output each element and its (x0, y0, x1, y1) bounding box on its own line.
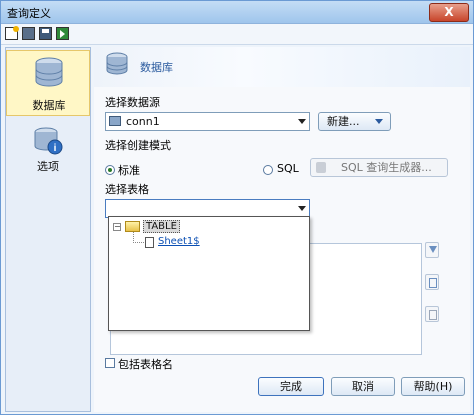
title-bar[interactable]: 查询定义 X (1, 1, 473, 24)
new-button-label: 新建... (327, 115, 360, 128)
sql-builder-icon (316, 162, 326, 173)
datasource-value: conn1 (126, 115, 160, 128)
table-dropdown-tree[interactable]: − TABLE Sheet1$ (108, 216, 310, 331)
tree-node-table[interactable]: TABLE (143, 220, 180, 233)
save-icon[interactable] (39, 27, 52, 40)
dropdown-arrow-icon (375, 119, 383, 124)
include-table-name-label: 包括表格名 (118, 358, 173, 371)
sheet-icon (145, 237, 154, 248)
tree-connector (133, 232, 144, 243)
nav-label-database: 数据库 (32, 99, 66, 112)
remove-icon (429, 310, 437, 320)
mode-label: 选择创建模式 (105, 139, 171, 152)
connection-icon (109, 116, 121, 126)
left-navigation: 数据库 i 选项 (5, 47, 91, 412)
chevron-down-icon (298, 206, 306, 211)
sql-builder-label: SQL 查询生成器... (341, 161, 432, 174)
edit-icon (429, 278, 437, 288)
tree-node-sheet[interactable]: Sheet1$ (158, 236, 200, 247)
section-title: 数据库 (140, 61, 173, 74)
datasource-select[interactable]: conn1 (105, 112, 310, 131)
remove-field-button[interactable] (425, 306, 439, 322)
nav-item-options[interactable]: i 选项 (6, 120, 90, 186)
edit-field-button[interactable] (425, 274, 439, 290)
include-table-name-checkbox[interactable] (105, 358, 115, 368)
new-icon[interactable] (5, 26, 19, 40)
open-icon[interactable] (22, 27, 35, 40)
new-datasource-button[interactable]: 新建... (318, 112, 391, 131)
svg-text:i: i (54, 143, 57, 154)
options-icon: i (34, 127, 63, 155)
chevron-down-icon (298, 119, 306, 124)
standard-radio[interactable] (105, 165, 115, 175)
standard-radio-label: 标准 (118, 164, 140, 177)
section-header: 数据库 (94, 47, 470, 87)
toolbar (1, 24, 473, 45)
sql-radio-label: SQL (277, 162, 299, 175)
window-title: 查询定义 (7, 7, 51, 20)
datasource-label: 选择数据源 (105, 96, 160, 109)
collapse-icon[interactable]: − (113, 223, 121, 231)
sql-radio[interactable] (263, 165, 273, 175)
folder-icon (125, 221, 140, 232)
help-button[interactable]: 帮助(H) (401, 377, 465, 396)
finish-button[interactable]: 完成 (258, 377, 324, 396)
sql-builder-button[interactable]: SQL 查询生成器... (310, 158, 448, 177)
database-header-icon (106, 52, 128, 75)
cancel-button[interactable]: 取消 (331, 377, 395, 396)
nav-item-database[interactable]: 数据库 (6, 50, 90, 116)
close-button[interactable]: X (429, 3, 469, 22)
nav-label-options: 选项 (37, 160, 59, 173)
database-icon (35, 57, 63, 87)
move-down-button[interactable] (425, 242, 439, 258)
query-definition-window: 查询定义 X 数据库 i 选项 数据库 选择数据源 conn1 新建... 选择… (0, 0, 474, 415)
table-label: 选择表格 (105, 183, 149, 196)
arrow-down-icon (429, 246, 437, 253)
run-icon[interactable] (56, 27, 69, 40)
